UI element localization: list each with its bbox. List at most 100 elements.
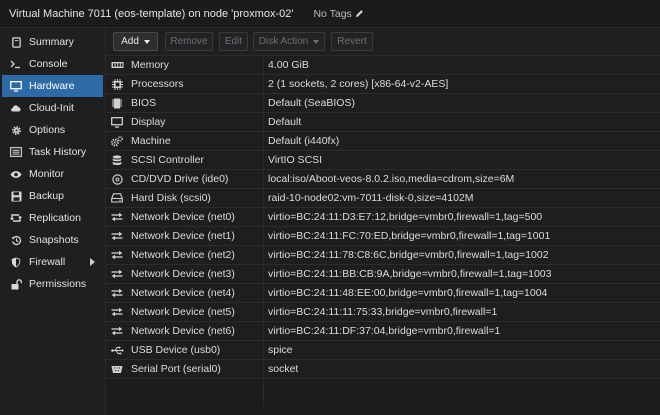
remove-button[interactable]: Remove [165,32,213,51]
row-value: 4.00 GiB [268,59,309,71]
sidebar-item-firewall[interactable]: Firewall [0,251,105,273]
network-icon [110,324,124,338]
sidebar-item-task-history[interactable]: Task History [0,141,105,163]
memory-icon [110,58,124,72]
desktop-icon [110,115,124,129]
table-row[interactable]: BIOS Default (SeaBIOS) [106,94,660,113]
table-row[interactable]: SCSI Controller VirtIO SCSI [106,151,660,170]
row-value: virtio=BC:24:11:BB:CB:9A,bridge=vmbr0,fi… [268,268,552,280]
row-value: virtio=BC:24:11:DF:37:04,bridge=vmbr0,fi… [268,325,501,337]
sidebar-item-options[interactable]: Options [0,119,105,141]
table-row[interactable]: Hard Disk (scsi0) raid-10-node02:vm-7011… [106,189,660,208]
database-icon [110,153,124,167]
row-value: virtio=BC:24:11:78:C8:6C,bridge=vmbr0,fi… [268,249,549,261]
table-row[interactable]: Processors 2 (1 sockets, 2 cores) [x86-6… [106,75,660,94]
row-name: Machine [131,135,171,147]
edit-button-label: Edit [224,36,243,47]
chevron-down-icon [313,39,320,44]
row-value: virtio=BC:24:11:11:75:33,bridge=vmbr0,fi… [268,306,498,318]
row-name: Serial Port (serial0) [131,363,221,375]
table-row[interactable]: Network Device (net5) virtio=BC:24:11:11… [106,303,660,322]
row-name: Processors [131,78,184,90]
unlock-icon [9,277,23,291]
sidebar-item-label: Replication [29,212,81,224]
row-value: Default (i440fx) [268,135,340,147]
sidebar-item-backup[interactable]: Backup [0,185,105,207]
row-name: SCSI Controller [131,154,204,166]
row-value: virtio=BC:24:11:48:EE:00,bridge=vmbr0,fi… [268,287,548,299]
table-row[interactable]: Network Device (net0) virtio=BC:24:11:D3… [106,208,660,227]
sidebar-item-summary[interactable]: Summary [0,31,105,53]
row-name: Memory [131,59,169,71]
cpu-icon [110,77,124,91]
table-row[interactable]: Display Default [106,113,660,132]
row-name: Network Device (net5) [131,306,235,318]
toolbar: Add Remove Edit Disk Action Revert [106,28,660,56]
table-row[interactable]: Memory 4.00 GiB [106,56,660,75]
list-icon [9,145,23,159]
gear-icon [9,123,23,137]
sidebar-item-console[interactable]: Console [0,53,105,75]
row-name: Hard Disk (scsi0) [131,192,211,204]
revert-button[interactable]: Revert [331,32,373,51]
sidebar-item-label: Permissions [29,278,87,290]
table-row[interactable]: Network Device (net2) virtio=BC:24:11:78… [106,246,660,265]
pencil-icon[interactable] [355,9,364,18]
sidebar-item-label: Cloud-Init [29,102,74,114]
sidebar-item-label: Task History [29,146,87,158]
table-row[interactable]: USB Device (usb0) spice [106,341,660,360]
row-value: virtio=BC:24:11:FC:70:ED,bridge=vmbr0,fi… [268,230,551,242]
tags-editor[interactable]: No Tags [313,8,363,20]
table-row[interactable]: Network Device (net1) virtio=BC:24:11:FC… [106,227,660,246]
sidebar-item-label: Console [29,58,68,70]
row-name: Network Device (net2) [131,249,235,261]
network-icon [110,210,124,224]
sidebar-item-hardware[interactable]: Hardware [2,75,103,97]
chip-icon [110,96,124,110]
column-divider [263,56,264,406]
retweet-icon [9,211,23,225]
row-value: 2 (1 sockets, 2 cores) [x86-64-v2-AES] [268,78,449,90]
table-row[interactable]: CD/DVD Drive (ide0) local:iso/Aboot-veos… [106,170,660,189]
network-icon [110,229,124,243]
add-button[interactable]: Add [113,32,158,51]
cdrom-icon [110,172,124,186]
sidebar-item-snapshots[interactable]: Snapshots [0,229,105,251]
chevron-down-icon [143,39,150,44]
row-value: socket [268,363,299,375]
sidebar-item-replication[interactable]: Replication [0,207,105,229]
row-name: CD/DVD Drive (ide0) [131,173,229,185]
sidebar-item-monitor[interactable]: Monitor [0,163,105,185]
sidebar-item-label: Monitor [29,168,65,180]
book-icon [9,35,23,49]
shield-icon [9,255,23,269]
sidebar-item-label: Backup [29,190,65,202]
disk-action-button[interactable]: Disk Action [253,32,325,51]
sidebar-item-permissions[interactable]: Permissions [0,273,105,295]
title-bar: Virtual Machine 7011 (eos-template) on n… [0,0,660,28]
row-name: USB Device (usb0) [131,344,221,356]
table-row[interactable]: Network Device (net4) virtio=BC:24:11:48… [106,284,660,303]
network-icon [110,248,124,262]
cloud-icon [9,101,23,115]
sidebar-item-label: Options [29,124,66,136]
table-row[interactable]: Network Device (net6) virtio=BC:24:11:DF… [106,322,660,341]
row-value: Default [268,116,302,128]
serial-icon [110,362,124,376]
row-name: Network Device (net3) [131,268,235,280]
revert-button-label: Revert [337,36,367,47]
network-icon [110,305,124,319]
table-row[interactable]: Machine Default (i440fx) [106,132,660,151]
row-value: VirtIO SCSI [268,154,323,166]
tags-label: No Tags [313,7,352,20]
table-row[interactable]: Serial Port (serial0) socket [106,360,660,379]
table-row[interactable]: Network Device (net3) virtio=BC:24:11:BB… [106,265,660,284]
monitor-icon [9,79,23,93]
sidebar-item-cloud-init[interactable]: Cloud-Init [0,97,105,119]
row-value: Default (SeaBIOS) [268,97,355,109]
expand-arrow-icon[interactable] [90,258,95,266]
eye-icon [9,167,23,181]
floppy-icon [9,189,23,203]
disk-action-label: Disk Action [258,36,309,47]
edit-button[interactable]: Edit [219,32,248,51]
